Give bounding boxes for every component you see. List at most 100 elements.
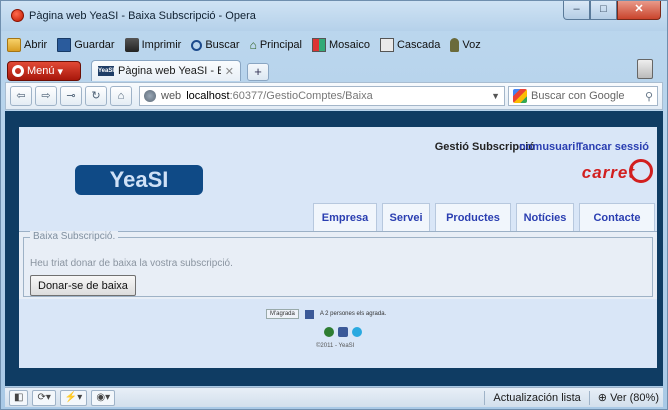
favicon-icon: YeaSI [98, 66, 115, 76]
unsubscribe-fieldset: Baixa Subscripció. Heu triat donar de ba… [23, 231, 653, 297]
sync-icon[interactable]: ⟳▾ [32, 389, 56, 406]
carret-logo-text: carret [581, 163, 635, 182]
toolbar-search-button[interactable]: Buscar [191, 39, 240, 51]
home-button[interactable]: ⌂ [110, 86, 132, 106]
url-path: :60377/GestioComptes/Baixa [229, 90, 373, 102]
bookmarks-toolbar: Abrir Guardar Imprimir Buscar ⌂ Principa… [7, 34, 481, 56]
search-icon [191, 39, 203, 51]
toolbar-mosaic-label: Mosaico [329, 39, 370, 51]
globe-icon [144, 90, 156, 102]
nav-productes[interactable]: Productes [435, 203, 511, 231]
address-toolbar: ⇦ ⇨ ⊸ ↻ ⌂ web localhost:60377/GestioComp… [5, 82, 663, 110]
title-bar[interactable]: Pàgina web YeaSI - Baixa Subscripció - O… [1, 1, 667, 31]
yeasi-logo-text: YeaSI [110, 167, 169, 192]
google-plus-icon[interactable] [324, 327, 334, 337]
page-viewport: YeaSI Gestió Subscripció nomusuari! Tanc… [5, 111, 663, 386]
site-header: YeaSI Gestió Subscripció nomusuari! Tanc… [19, 127, 657, 231]
unite-icon[interactable]: ◉▾ [91, 389, 116, 406]
toolbar-voice-button[interactable]: Voz [450, 38, 481, 52]
facebook-like-row: M'agrada A 2 persones els agrada. [266, 309, 386, 319]
status-right: Actualización lista ⊕ Ver (80%) [484, 390, 659, 405]
window-controls: – □ ✕ [563, 1, 661, 21]
zoom-label: Ver (80%) [610, 392, 659, 404]
new-tab-button[interactable]: + [247, 63, 269, 81]
microphone-icon [450, 38, 460, 52]
browser-window: Pàgina web YeaSI - Baixa Subscripció - O… [0, 0, 668, 410]
trash-icon[interactable] [637, 59, 653, 79]
url-badge: web [161, 90, 182, 102]
print-icon [124, 38, 139, 52]
cascade-icon [379, 38, 394, 52]
nav-empresa[interactable]: Empresa [313, 203, 377, 231]
toolbar-cascade-button[interactable]: Cascada [379, 38, 441, 52]
zoom-control[interactable]: ⊕ Ver (80%) [598, 391, 659, 404]
toolbar-save-button[interactable]: Guardar [57, 38, 115, 52]
update-status: Actualización lista [493, 391, 581, 404]
save-icon [57, 38, 72, 52]
folder-icon [7, 38, 21, 52]
tab-close-icon[interactable]: ✕ [225, 65, 234, 78]
logout-link[interactable]: Tancar sessió [576, 141, 649, 153]
opera-logo-icon [11, 9, 24, 22]
back-button[interactable]: ⇦ [10, 86, 32, 106]
unsubscribe-message: Heu triat donar de baixa la vostra subsc… [30, 258, 233, 269]
opera-menu-label: Menú [27, 65, 55, 77]
zoom-icon: ⊕ [597, 392, 611, 404]
search-field[interactable]: Buscar con Google ⚲ [508, 86, 658, 106]
toolbar-print-label: Imprimir [141, 39, 182, 51]
chevron-down-icon: ▾ [57, 65, 64, 78]
carret-logo-icon [629, 159, 653, 183]
toolbar-print-button[interactable]: Imprimir [124, 38, 182, 52]
forward-button[interactable]: ⇨ [35, 86, 57, 106]
site-nav: Empresa Servei Productes Notícies Contac… [313, 203, 655, 231]
unsubscribe-button[interactable]: Donar-se de baixa [30, 275, 136, 296]
status-divider [484, 390, 486, 405]
close-button[interactable]: ✕ [617, 1, 661, 20]
search-placeholder: Buscar con Google [531, 90, 625, 102]
fieldset-legend: Baixa Subscripció. [30, 231, 119, 242]
status-bar: ◧ ⟳▾ ⚡▾ ◉▾ Actualización lista ⊕ Ver (80… [5, 387, 663, 407]
tab-bar: Menú ▾ YeaSI Pàgina web YeaSI - Bai... ✕… [7, 59, 269, 81]
like-button[interactable]: M'agrada [266, 309, 299, 319]
tab-active[interactable]: YeaSI Pàgina web YeaSI - Bai... ✕ [91, 60, 241, 81]
social-links [324, 327, 362, 337]
opera-menu-button[interactable]: Menú ▾ [7, 61, 81, 81]
toolbar-open-button[interactable]: Abrir [7, 38, 47, 52]
mosaic-icon [312, 38, 326, 52]
turbo-icon[interactable]: ⚡▾ [59, 389, 88, 406]
toolbar-cascade-label: Cascada [396, 39, 441, 51]
home-icon: ⌂ [249, 38, 257, 52]
url-host: localhost [186, 90, 230, 102]
opera-logo-icon [12, 65, 24, 77]
username-link[interactable]: nomusuari! [519, 141, 579, 153]
nav-servei[interactable]: Servei [382, 203, 430, 231]
yeasi-logo: YeaSI [75, 165, 203, 195]
reload-button[interactable]: ↻ [85, 86, 107, 106]
status-divider [588, 390, 590, 405]
toolbar-search-label: Buscar [205, 39, 240, 51]
minimize-button[interactable]: – [563, 1, 590, 20]
maximize-button[interactable]: □ [590, 1, 617, 20]
panel-toggle-icon[interactable]: ◧ [9, 389, 29, 406]
window-title: Pàgina web YeaSI - Baixa Subscripció - O… [29, 10, 256, 22]
main-content: Baixa Subscripció. Heu triat donar de ba… [19, 231, 657, 299]
toolbar-voice-label: Voz [462, 39, 481, 51]
site-footer: M'agrada A 2 persones els agrada. ©2011 … [19, 299, 657, 368]
copyright: ©2011 - YeaSI [316, 343, 355, 349]
like-count-text: A 2 persones els agrada. [319, 311, 387, 317]
key-button[interactable]: ⊸ [60, 86, 82, 106]
url-dropdown-icon[interactable]: ▼ [491, 91, 500, 101]
tab-title: Pàgina web YeaSI - Bai... [118, 65, 221, 77]
nav-noticies[interactable]: Notícies [516, 203, 574, 231]
twitter-icon[interactable] [352, 327, 362, 337]
nav-contacte[interactable]: Contacte [579, 203, 655, 231]
address-field[interactable]: web localhost:60377/GestioComptes/Baixa … [139, 86, 505, 106]
toolbar-mosaic-button[interactable]: Mosaico [312, 38, 370, 52]
toolbar-home-button[interactable]: ⌂ Principal [250, 38, 302, 52]
search-icon[interactable]: ⚲ [645, 90, 653, 103]
facebook-icon [304, 309, 314, 319]
google-icon[interactable] [513, 89, 527, 103]
toolbar-home-label: Principal [259, 39, 302, 51]
toolbar-save-label: Guardar [74, 39, 115, 51]
facebook-icon[interactable] [338, 327, 348, 337]
